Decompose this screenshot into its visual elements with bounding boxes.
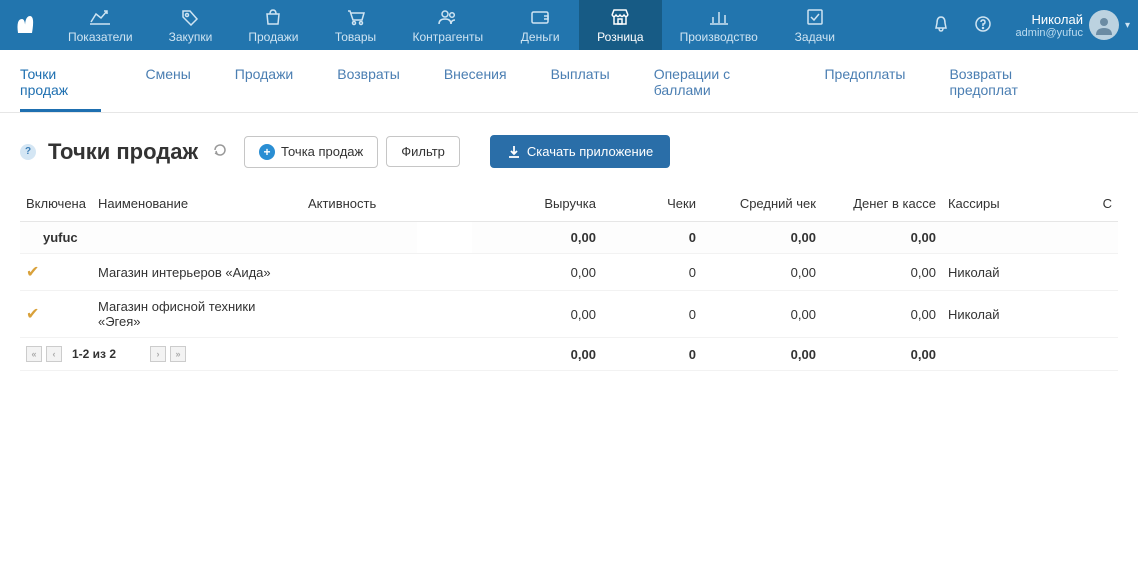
tab-deposits[interactable]: Внесения — [444, 50, 507, 112]
table-row[interactable]: ✔ Магазин офисной техники «Эгея» 0,00 0 … — [20, 291, 1118, 338]
tab-prepayments[interactable]: Предоплаты — [824, 50, 905, 112]
chevron-down-icon: ▾ — [1125, 20, 1130, 31]
data-table: Включена Наименование Активность Выручка… — [0, 186, 1138, 371]
cart-icon — [346, 7, 366, 27]
top-navbar: Показатели Закупки Продажи Товары Контра… — [0, 0, 1138, 50]
col-name[interactable]: Наименование — [92, 186, 302, 222]
col-checks[interactable]: Чеки — [602, 186, 702, 222]
nav-items: Показатели Закупки Продажи Товары Контра… — [50, 0, 912, 50]
user-name: Николай — [1016, 12, 1083, 27]
user-login: admin@yufuc — [1016, 27, 1083, 39]
tab-prepayment-returns[interactable]: Возвраты предоплат — [949, 50, 1074, 112]
col-activity[interactable]: Активность — [302, 186, 472, 222]
tab-shifts[interactable]: Смены — [145, 50, 190, 112]
check-square-icon — [806, 7, 824, 27]
col-avg[interactable]: Средний чек — [702, 186, 822, 222]
store-icon — [610, 7, 630, 27]
download-app-button[interactable]: Скачать приложение — [490, 135, 670, 168]
pager-last[interactable]: » — [170, 346, 186, 362]
table-row[interactable]: ✔ Магазин интерьеров «Аида» 0,00 0 0,00 … — [20, 254, 1118, 291]
app-logo[interactable] — [0, 0, 50, 50]
help-badge-icon[interactable]: ? — [20, 144, 36, 160]
nav-right: Николай admin@yufuc ▾ — [912, 0, 1138, 50]
nav-tasks[interactable]: Задачи — [776, 0, 854, 50]
pager-next[interactable]: › — [150, 346, 166, 362]
nav-production[interactable]: Производство — [662, 0, 776, 50]
sub-navigation: Точки продаж Смены Продажи Возвраты Внес… — [0, 50, 1138, 113]
page-title: Точки продаж — [48, 139, 198, 165]
bar-chart-icon — [709, 7, 729, 27]
refresh-icon[interactable] — [212, 142, 228, 161]
nav-indicators[interactable]: Показатели — [50, 0, 151, 50]
pager: « ‹ 1-2 из 2 › » — [26, 346, 466, 362]
tab-returns[interactable]: Возвраты — [337, 50, 400, 112]
pager-first[interactable]: « — [26, 346, 42, 362]
toolbar: ? Точки продаж +Точка продаж Фильтр Скач… — [0, 113, 1138, 186]
col-cash[interactable]: Денег в кассе — [822, 186, 942, 222]
help-icon[interactable] — [962, 15, 1004, 36]
chart-line-icon — [89, 7, 111, 27]
bag-icon — [264, 7, 282, 27]
wallet-icon — [530, 7, 550, 27]
check-icon: ✔ — [26, 264, 39, 281]
download-icon — [507, 145, 521, 159]
col-last[interactable]: С — [1078, 186, 1118, 222]
tab-payouts[interactable]: Выплаты — [551, 50, 610, 112]
col-revenue[interactable]: Выручка — [472, 186, 602, 222]
tab-points-ops[interactable]: Операции с баллами — [654, 50, 781, 112]
bell-icon[interactable] — [920, 15, 962, 36]
tab-sales[interactable]: Продажи — [235, 50, 293, 112]
nav-sales[interactable]: Продажи — [230, 0, 316, 50]
table-header-row: Включена Наименование Активность Выручка… — [20, 186, 1118, 222]
filter-button[interactable]: Фильтр — [386, 136, 460, 167]
pager-text: 1-2 из 2 — [72, 347, 116, 361]
table-total-row: « ‹ 1-2 из 2 › » 0,00 0 0,00 0,00 — [20, 338, 1118, 371]
add-pos-button[interactable]: +Точка продаж — [244, 136, 378, 168]
pager-prev[interactable]: ‹ — [46, 346, 62, 362]
col-cashiers[interactable]: Кассиры — [942, 186, 1078, 222]
nav-counterparties[interactable]: Контрагенты — [395, 0, 502, 50]
nav-goods[interactable]: Товары — [317, 0, 395, 50]
plus-circle-icon: + — [259, 144, 275, 160]
tag-icon — [180, 7, 200, 27]
table-group-row[interactable]: yufuc 0,00 0 0,00 0,00 — [20, 222, 1118, 254]
user-menu[interactable]: Николай admin@yufuc ▾ — [1004, 10, 1130, 40]
nav-retail[interactable]: Розница — [579, 0, 661, 50]
nav-money[interactable]: Деньги — [501, 0, 579, 50]
tab-points-of-sale[interactable]: Точки продаж — [20, 50, 101, 112]
users-icon — [437, 7, 459, 27]
check-icon: ✔ — [26, 306, 39, 323]
nav-purchases[interactable]: Закупки — [151, 0, 231, 50]
avatar-icon — [1089, 10, 1119, 40]
col-enabled[interactable]: Включена — [20, 186, 92, 222]
